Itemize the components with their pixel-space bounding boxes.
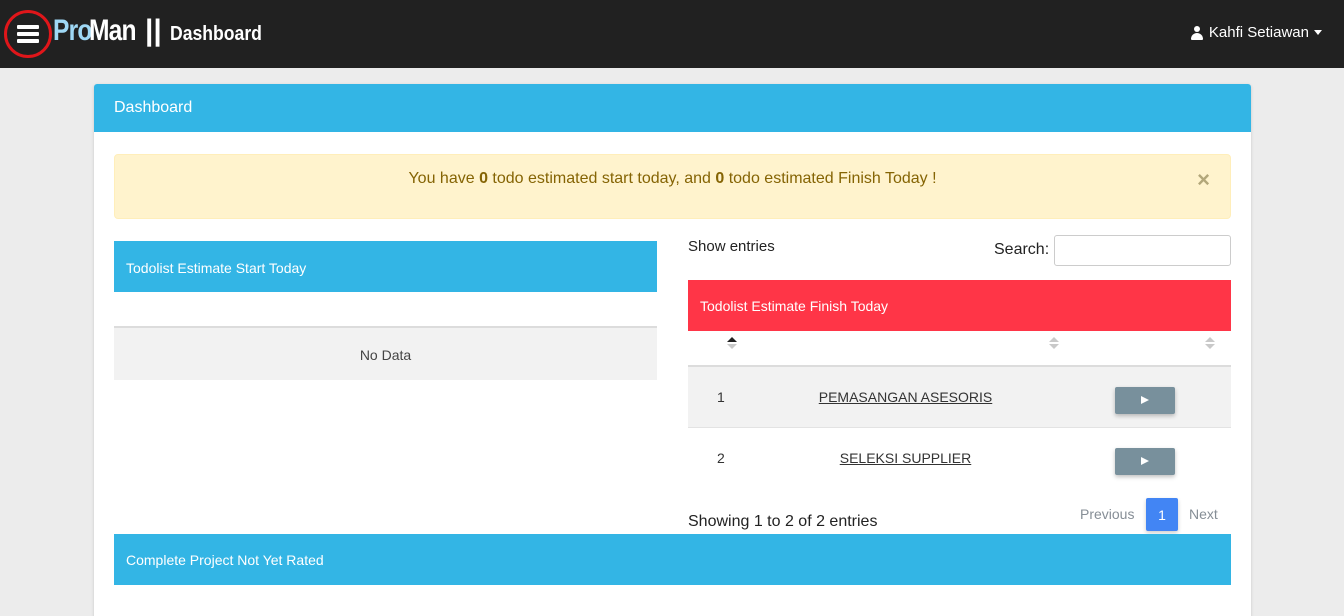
table-sort-header (688, 331, 1231, 367)
search-label: Search: (994, 241, 1050, 258)
finish-today-header: Todolist Estimate Finish Today (688, 280, 1231, 331)
card-title: Dashboard (94, 84, 1251, 132)
alert-start-count: 0 (479, 170, 488, 187)
row-number: 2 (717, 450, 725, 466)
play-icon (1141, 457, 1149, 465)
unrated-projects-header: Complete Project Not Yet Rated (114, 534, 1231, 585)
sort-icon-action[interactable] (1205, 337, 1215, 351)
alert-finish-count: 0 (715, 170, 725, 187)
pagination-page-1[interactable]: 1 (1146, 498, 1178, 531)
user-dropdown-toggle[interactable]: Kahfi Setiawan (1190, 24, 1322, 41)
brand-logo[interactable]: Pro Man || Dashboard (53, 14, 274, 54)
row-project-link[interactable]: SELEKSI SUPPLIER (778, 450, 1033, 466)
dashboard-card: Dashboard You have 0 todo estimated star… (94, 84, 1251, 616)
navbar-page-title: Dashboard (169, 23, 262, 45)
hamburger-icon[interactable] (17, 25, 39, 43)
user-name: Kahfi Setiawan (1208, 24, 1309, 41)
alert-text-pre: You have (408, 170, 480, 187)
sort-icon-no[interactable] (727, 337, 737, 351)
table-info: Showing 1 to 2 of 2 entries (688, 513, 878, 530)
todo-alert: You have 0 todo estimated start today, a… (114, 154, 1231, 219)
search-input[interactable] (1054, 235, 1231, 266)
show-entries-label: Show entries (688, 238, 775, 255)
brand-man-text: Man (89, 14, 137, 47)
brand-pro-text: Pro (53, 14, 92, 47)
top-navbar: Pro Man || Dashboard Kahfi Setiawan (0, 0, 1344, 68)
row-number: 1 (717, 389, 725, 405)
start-today-header: Todolist Estimate Start Today (114, 241, 657, 292)
start-today-empty: No Data (114, 326, 657, 380)
alert-text-post: todo estimated Finish Today ! (724, 170, 937, 187)
row-play-button[interactable] (1115, 448, 1175, 475)
row-play-button[interactable] (1115, 387, 1175, 414)
brand-separator: || (145, 14, 162, 47)
alert-text-mid: todo estimated start today, and (487, 170, 716, 187)
pagination-next[interactable]: Next (1189, 506, 1218, 522)
caret-down-icon (1314, 30, 1322, 35)
sort-icon-name[interactable] (1049, 337, 1059, 351)
pagination-previous[interactable]: Previous (1080, 506, 1134, 522)
play-icon (1141, 396, 1149, 404)
table-row: 2 SELEKSI SUPPLIER (688, 428, 1231, 489)
alert-close-button[interactable]: × (1197, 169, 1210, 191)
table-row: 1 PEMASANGAN ASESORIS (688, 367, 1231, 428)
user-icon (1190, 25, 1203, 40)
row-project-link[interactable]: PEMASANGAN ASESORIS (778, 389, 1033, 405)
